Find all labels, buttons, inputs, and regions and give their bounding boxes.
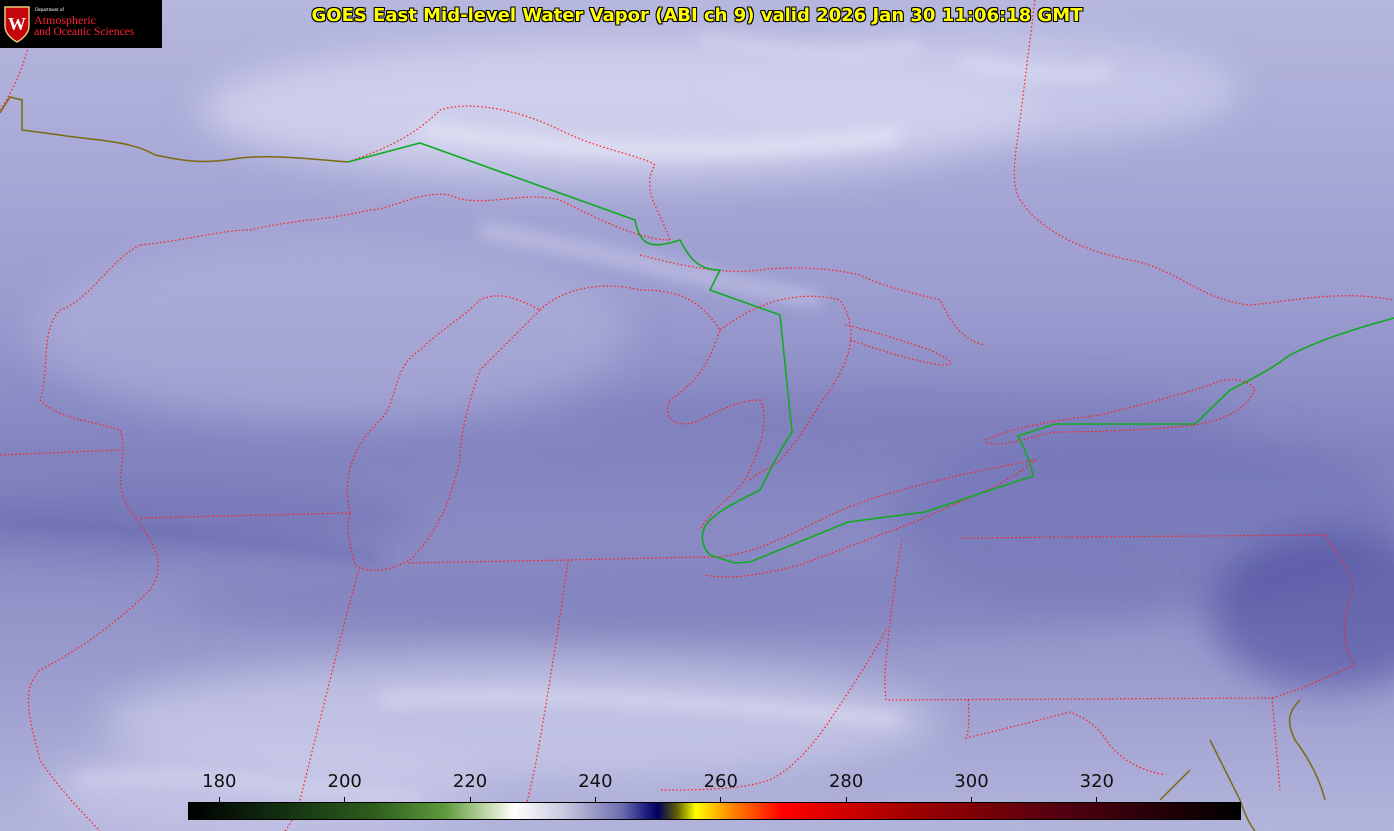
colorbar-tick-mark [218, 797, 220, 803]
colorbar-tick-mark [1096, 797, 1098, 803]
map-title: GOES East Mid-level Water Vapor (ABI ch … [0, 5, 1394, 26]
colorbar-tick-mark [720, 797, 722, 803]
colorbar-tick-label: 280 [828, 771, 864, 792]
colorbar-tick-label: 220 [452, 771, 488, 792]
colorbar-tick-label: 260 [703, 771, 738, 792]
colorbar-tick-label: 180 [202, 771, 237, 792]
colorbar-tick-label: 320 [1079, 771, 1115, 792]
satellite-map-view: W Department of Atmospheric and Oceanic … [0, 0, 1394, 831]
colorbar-tick-mark [845, 797, 847, 803]
colorbar-tick-label: 240 [578, 771, 613, 792]
logo-line-2: and Oceanic Sciences [34, 26, 135, 38]
colorbar-tick-mark [970, 797, 972, 803]
colorbar-tick-mark [344, 797, 346, 803]
colorbar-tick-label: 200 [327, 771, 362, 792]
colorbar-gradient [188, 802, 1241, 820]
colorbar-tick-label: 300 [954, 771, 989, 792]
map-title-text: GOES East Mid-level Water Vapor (ABI ch … [311, 5, 1083, 26]
colorbar-tick-mark [469, 797, 471, 803]
colorbar-tick-mark [594, 797, 596, 803]
water-vapor-map[interactable] [0, 0, 1394, 831]
